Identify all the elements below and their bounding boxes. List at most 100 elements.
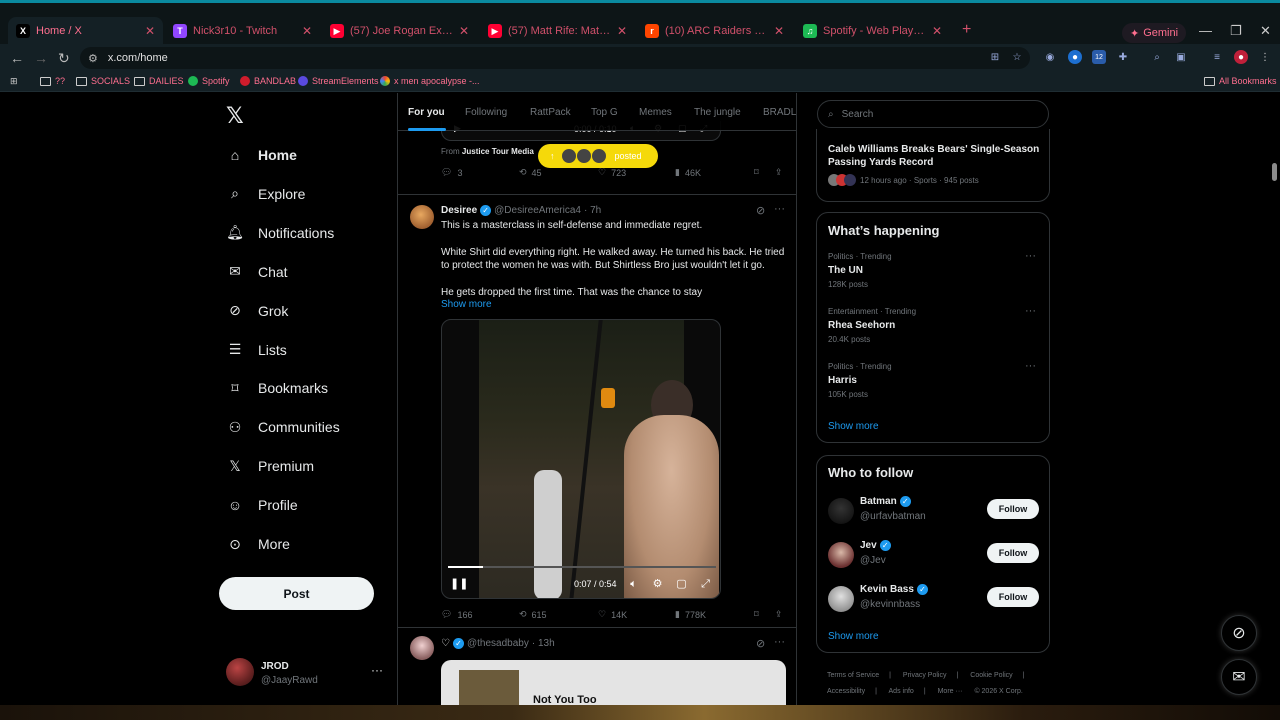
volume-icon[interactable]: 🔈︎ [627,578,640,591]
footer-link[interactable]: Privacy Policy [903,672,947,679]
browser-tab[interactable]: r (10) ARC Raiders Loot Cheat S... ✕ [637,17,792,45]
video-player[interactable]: ❚❚ 0:07 / 0:54 🔈︎ ⚙ ▢ ⤢ [441,319,721,599]
tab-rattpack[interactable]: RattPack [530,107,571,118]
apps-grid-icon[interactable]: ⊞ [10,76,18,87]
close-tab-icon[interactable]: ✕ [932,24,942,38]
tweet-author[interactable]: Desiree ✓ @DesireeAmerica4 · 7h [441,205,601,216]
nav-item-more[interactable]: ⊙ More [226,529,290,559]
browser-tab[interactable]: T Nick3r10 - Twitch ✕ [165,17,320,45]
bookmark-button[interactable]: ⌑ [754,609,759,620]
views-button[interactable]: ▮ 778K [675,609,706,620]
share-button[interactable]: ⇪ [775,167,783,178]
avatar[interactable] [410,205,434,229]
reload-icon[interactable]: ↻ [58,50,70,67]
footer-link[interactable]: Cookie Policy [970,672,1012,679]
more-dots-icon[interactable]: ··· [1025,250,1036,262]
top-story-card[interactable]: Caleb Williams Breaks Bears' Single-Seas… [816,129,1050,202]
new-posts-pill[interactable]: ↑ posted [538,144,658,168]
like-button[interactable]: ♡ 723 [598,167,626,178]
nav-item-grok[interactable]: ⊘ Grok [226,296,288,326]
show-more-link[interactable]: Show more [828,421,879,432]
follow-button[interactable]: Follow [987,587,1039,607]
close-window-button[interactable]: ✕ [1260,23,1271,39]
close-tab-icon[interactable]: ✕ [145,24,155,38]
repost-button[interactable]: ⟲ 45 [519,167,542,178]
browser-tab[interactable]: ♫ Spotify - Web Player: Mus... ✕ [795,17,950,45]
footer-link[interactable]: Ads info [889,688,914,695]
browser-tab[interactable]: ▶ (57) Matt Rife: Matthew Steven... ✕ [480,17,635,45]
tab-memes[interactable]: Memes [639,107,672,118]
tab-for-you[interactable]: For you [408,107,445,118]
avatar[interactable] [828,498,854,524]
restore-button[interactable]: ❐ [1230,23,1242,39]
close-tab-icon[interactable]: ✕ [302,24,312,38]
nav-item-chat[interactable]: ✉ Chat [226,257,287,287]
reply-button[interactable]: 💬︎ 3 [441,167,462,178]
follow-button[interactable]: Follow [987,543,1039,563]
show-more-link[interactable]: Show more [441,299,492,310]
views-button[interactable]: ▮ 46K [675,167,701,178]
quoted-media[interactable]: Not You Too [441,660,786,705]
site-info-icon[interactable]: ⚙ [88,52,98,65]
nav-item-lists[interactable]: ☰ Lists [226,335,287,365]
show-more-link[interactable]: Show more [828,631,879,642]
back-icon[interactable]: ← [10,50,24,66]
tweet-author[interactable]: ♡ ✓ @thesadbaby · 13h [441,638,555,649]
minimize-button[interactable]: — [1199,23,1212,38]
bookmark-folder-2[interactable]: SOCIALS [76,76,130,86]
like-button[interactable]: ♡ 14K [598,609,627,620]
avatar[interactable] [828,586,854,612]
bookmark-folder-1[interactable]: ?? [40,76,65,86]
more-dots-icon[interactable]: ··· [774,203,785,215]
grok-icon[interactable]: ⊘ [756,204,765,217]
footer-link[interactable]: Terms of Service [827,672,879,679]
more-dots-icon[interactable]: ··· [1025,305,1036,317]
profile-avatar-icon[interactable]: ● [1234,50,1248,64]
browser-tab[interactable]: ▶ (57) Joe Rogan Experience #2... ✕ [322,17,477,45]
avatar[interactable] [410,636,434,660]
more-dots-icon[interactable]: ··· [1025,360,1036,372]
tab-bradle[interactable]: BRADLE [763,107,796,118]
bookmark-bandlab[interactable]: BANDLAB [240,76,296,86]
account-switcher[interactable]: JROD @JaayRawd ··· [226,655,386,689]
follow-button[interactable]: Follow [987,499,1039,519]
reply-button[interactable]: 💬︎ 166 [441,609,472,620]
share-button[interactable]: ⇪ [775,609,783,620]
search-input[interactable]: ⌕ Search [817,100,1049,128]
tab-following[interactable]: Following [465,107,507,118]
pause-icon[interactable]: ❚❚ [450,578,468,591]
all-bookmarks[interactable]: All Bookmarks [1204,76,1277,86]
grok-float-button[interactable]: ⊘ [1221,615,1257,651]
fullscreen-icon[interactable]: ⤢ [699,578,712,591]
tweet-desiree[interactable]: Desiree ✓ @DesireeAmerica4 · 7h ⊘ ··· Th… [398,195,796,628]
video-progress-bar[interactable] [448,566,716,568]
bookmark-folder-3[interactable]: DAILIES [134,76,184,86]
close-tab-icon[interactable]: ✕ [617,24,627,38]
pip-icon[interactable]: ▢ [675,578,688,591]
media-control-icon[interactable]: ≡ [1210,50,1224,64]
extension-audio-icon[interactable]: ◉ [1043,50,1057,64]
tab-top-g[interactable]: Top G [591,107,618,118]
star-icon[interactable]: ☆ [1010,50,1024,64]
install-app-icon[interactable]: ⊞ [988,50,1002,64]
nav-item-premium[interactable]: 𝕏 Premium [226,451,314,481]
x-logo-icon[interactable]: 𝕏 [226,105,248,127]
extension-badge-icon[interactable]: 12 [1092,50,1106,64]
browser-tab[interactable]: X Home / X ✕ [8,17,163,45]
bookmark-streamelements[interactable]: StreamElements [298,76,379,86]
grok-icon[interactable]: ⊘ [756,637,765,650]
nav-item-communities[interactable]: ⚇ Communities [226,412,340,442]
nav-item-explore[interactable]: ⌕ Explore [226,179,305,209]
more-dots-icon[interactable]: ··· [371,663,383,677]
settings-icon[interactable]: ⚙ [651,578,664,591]
bookmark-button[interactable]: ⌑ [754,167,759,178]
scrollbar[interactable] [1272,163,1277,181]
footer-link[interactable]: More ··· [938,688,963,695]
tab-search-icon[interactable]: ⌕ [1150,50,1164,64]
tab-the-jungle[interactable]: The jungle [694,107,741,118]
sidebar-icon[interactable]: ▣ [1174,50,1188,64]
gemini-button[interactable]: ✦ Gemini [1122,23,1187,43]
extensions-puzzle-icon[interactable]: ✚ [1116,50,1130,64]
repost-button[interactable]: ⟲ 615 [519,609,547,620]
close-tab-icon[interactable]: ✕ [459,24,469,38]
